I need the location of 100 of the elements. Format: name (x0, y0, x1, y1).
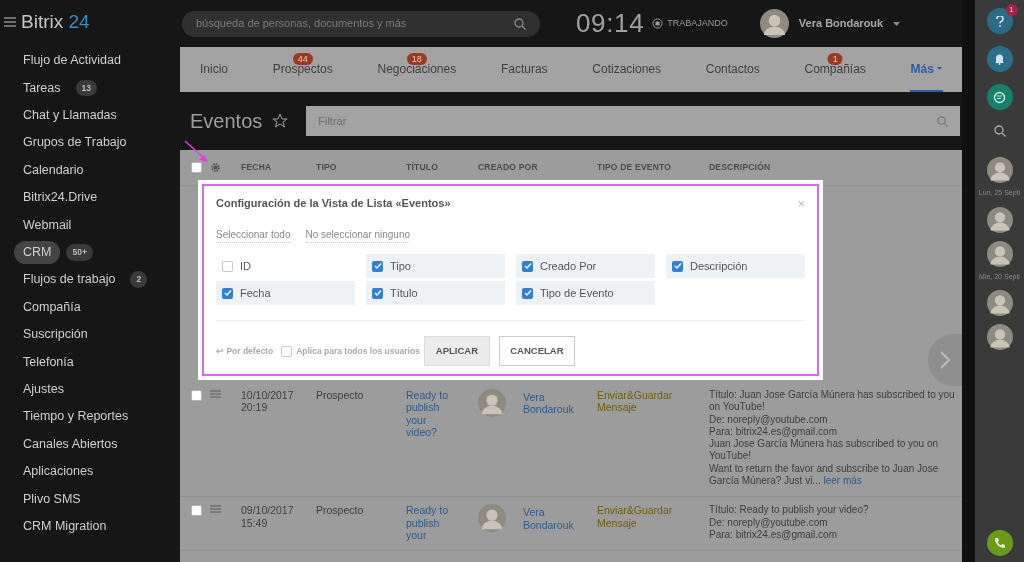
description-line: Para: bitrix24.es@gmail.com (709, 528, 838, 542)
sidebar-item[interactable]: Ajustes (14, 378, 73, 401)
question-icon (995, 15, 1004, 27)
bell-icon (994, 53, 1005, 65)
sidebar-item[interactable]: Chat y Llamadas (14, 104, 126, 127)
search-icon[interactable] (514, 17, 526, 30)
table-cell-text: Prospecto (316, 389, 365, 403)
column-header[interactable]: DESCRIPCIÓN (709, 161, 962, 174)
sidebar-item[interactable]: CRM (14, 241, 61, 264)
sidebar-item[interactable]: Canales Abiertos (14, 432, 127, 456)
description-line: Para: bitrix24.es@gmail.com (709, 425, 838, 439)
sidebar-item[interactable]: Telefonía (14, 350, 83, 374)
column-header[interactable]: FECHA (241, 161, 316, 174)
search-field[interactable]: búsqueda de personas, documentos y más (182, 10, 540, 37)
count-badge: 13 (75, 79, 97, 97)
column-option[interactable]: Descripción (666, 254, 805, 278)
record-icon[interactable] (652, 18, 664, 29)
sidebar-item[interactable]: Tareas (14, 76, 70, 100)
count-badge: 44 (292, 53, 313, 65)
count-badge: 50+ (66, 244, 93, 261)
column-header[interactable]: TIPO (316, 161, 406, 174)
caret-icon (936, 67, 942, 70)
checkbox[interactable] (222, 287, 233, 299)
column-header[interactable]: TIPO DE EVENTO (597, 161, 709, 174)
count-badge: 1 (1005, 4, 1018, 16)
checkbox[interactable] (522, 260, 533, 272)
select-all-link[interactable]: Seleccionar todo (216, 227, 291, 243)
select-none-link[interactable]: No seleccionar ninguno (305, 227, 410, 243)
table-cell-text: 15:49 (241, 516, 269, 529)
sidebar-item[interactable]: Tiempo y Reportes (14, 405, 138, 429)
avatar (986, 290, 1013, 316)
column-option[interactable]: Fecha (216, 281, 355, 305)
sidebar-item[interactable]: Grupos de Trabajo (14, 131, 136, 155)
column-option[interactable]: Creado Por (516, 254, 655, 278)
table-cell-text: Enviar&Guardar Mensaje (597, 389, 674, 416)
count-badge: 1 (827, 53, 843, 65)
clock: 09:14 (576, 7, 645, 40)
call-button[interactable] (986, 530, 1013, 556)
settings-icon[interactable] (210, 162, 221, 173)
tab[interactable]: Cotizaciones (591, 47, 663, 92)
avatar (478, 389, 506, 417)
checkbox[interactable] (281, 345, 293, 357)
description-line: Título: Ready to publish your video? (709, 504, 870, 517)
pointer-arrow (184, 140, 210, 164)
checkbox[interactable] (372, 260, 383, 272)
menu-icon[interactable] (4, 17, 16, 27)
column-option[interactable]: Tipo (366, 254, 505, 278)
column-header[interactable]: TÍTULO (406, 161, 478, 174)
avatar (986, 206, 1013, 233)
checkbox[interactable] (191, 390, 202, 401)
avatar (759, 9, 789, 38)
table-cell-text: Enviar&Guardar Mensaje (597, 504, 674, 531)
sidebar-item[interactable]: Aplicaciones (14, 460, 103, 483)
avatar (986, 240, 1013, 267)
chevron-icon (940, 351, 950, 369)
avatar (478, 504, 506, 533)
star-icon[interactable] (272, 113, 289, 129)
table-cell-text: 10/10/2017 (241, 389, 295, 402)
tab[interactable]: Negociaciones 18 (376, 47, 458, 92)
checkbox[interactable] (222, 260, 233, 272)
checkbox[interactable] (191, 505, 202, 517)
count-badge: 18 (406, 53, 427, 65)
sidebar-item[interactable]: Suscripción (14, 323, 97, 346)
table-cell-text: 20:19 (241, 401, 269, 414)
checkbox[interactable] (522, 287, 533, 299)
sidebar-item[interactable]: Bitrix24.Drive (14, 186, 107, 209)
sidebar-item[interactable]: CRM Migration (14, 514, 116, 538)
checkbox[interactable] (191, 162, 202, 173)
tab[interactable]: Facturas (499, 47, 549, 92)
description-line: Want to return the favor and subscribe to Juan Jose García Múnera? Just vi... leer más (709, 462, 940, 488)
column-option[interactable]: Título (366, 281, 505, 305)
column-option[interactable]: Tipo de Evento (516, 281, 655, 305)
tab[interactable]: Compañías 1 (803, 47, 867, 92)
cancel-button[interactable]: CANCELAR (498, 336, 575, 366)
sidebar-item[interactable]: Calendario (14, 158, 93, 182)
sidebar-item[interactable]: Compañía (14, 295, 90, 319)
sidebar-item[interactable]: Flujo de Actividad (14, 49, 130, 73)
chat-button[interactable] (986, 84, 1013, 110)
tab[interactable]: Contactos (704, 47, 761, 92)
help-button[interactable] (986, 8, 1013, 34)
avatar (986, 157, 1013, 183)
logo: Bitrix 24 (21, 9, 90, 34)
search-icon[interactable] (993, 125, 1006, 137)
user-name[interactable]: Vera Bondarouk (798, 15, 884, 32)
sidebar-item[interactable]: Plivo SMS (14, 487, 90, 511)
tab[interactable]: Prospectos 44 (271, 47, 334, 92)
sidebar-item[interactable]: Flujos de trabajo (14, 268, 125, 292)
work-status[interactable]: TRABAJANDO (667, 16, 728, 31)
checkbox[interactable] (672, 260, 683, 272)
description-line: Juan Jose García Múnera has subscribed to you on YouTube! (709, 438, 940, 463)
caret-icon[interactable] (893, 21, 901, 26)
column-header[interactable]: CREADO POR (478, 161, 597, 174)
count-badge: 2 (130, 271, 148, 289)
description-line: De: noreply@youtube.com (709, 516, 829, 529)
sidebar-item[interactable]: Webmail (14, 213, 81, 237)
apply-button[interactable]: APLICAR (423, 336, 490, 366)
page-title: Eventos (190, 109, 263, 134)
notifications-button[interactable] (986, 46, 1013, 72)
checkbox[interactable] (372, 287, 383, 299)
tab[interactable]: Inicio (199, 47, 229, 92)
